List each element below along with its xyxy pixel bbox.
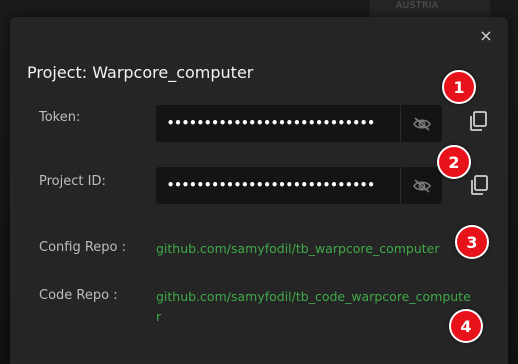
annotation-badge-2: 2 bbox=[437, 145, 471, 179]
annotation-badge-1: 1 bbox=[442, 70, 476, 104]
annotation-badge-3: 3 bbox=[455, 225, 489, 259]
project-id-label: Project ID: bbox=[39, 174, 106, 189]
copy-icon bbox=[471, 175, 488, 195]
project-id-copy-button[interactable] bbox=[468, 174, 490, 196]
token-visibility-toggle[interactable] bbox=[400, 105, 442, 142]
project-id-field[interactable]: •••••••••••••••••••••••••••• bbox=[156, 167, 442, 204]
close-icon: × bbox=[479, 26, 493, 45]
config-repo-label: Config Repo : bbox=[39, 240, 127, 255]
eye-off-icon bbox=[412, 116, 431, 131]
code-repo-link[interactable]: github.com/samyfodil/tb_code_warpcore_co… bbox=[156, 289, 471, 304]
token-masked-value: •••••••••••••••••••••••••••• bbox=[167, 116, 375, 130]
modal-title: Project: Warpcore_computer bbox=[27, 63, 254, 82]
annotation-badge-4: 4 bbox=[449, 309, 483, 343]
project-id-masked-value: •••••••••••••••••••••••••••• bbox=[167, 178, 375, 192]
token-field[interactable]: •••••••••••••••••••••••••••• bbox=[156, 105, 442, 142]
project-id-visibility-toggle[interactable] bbox=[400, 167, 442, 204]
eye-off-icon bbox=[412, 178, 431, 193]
copy-icon bbox=[470, 111, 487, 131]
token-copy-button[interactable] bbox=[467, 110, 489, 132]
close-button[interactable]: × bbox=[476, 26, 496, 46]
config-repo-link[interactable]: github.com/samyfodil/tb_warpcore_compute… bbox=[156, 241, 440, 256]
code-repo-label: Code Repo : bbox=[39, 288, 118, 303]
code-repo-link-wrap[interactable]: r bbox=[156, 309, 161, 324]
map-label: AUSTRIA bbox=[396, 1, 439, 11]
token-label: Token: bbox=[39, 110, 81, 125]
